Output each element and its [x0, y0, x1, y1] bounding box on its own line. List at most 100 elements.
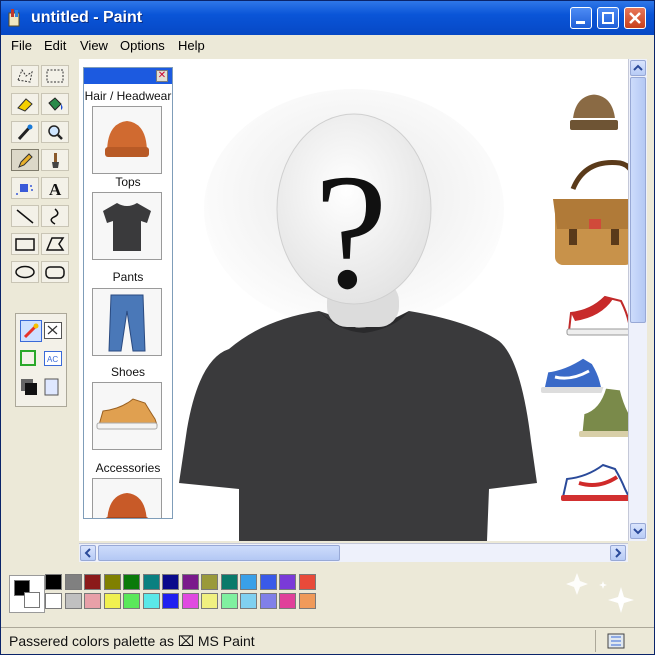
curve-tool[interactable] — [41, 205, 69, 227]
minimize-icon — [576, 21, 585, 24]
minimize-button[interactable] — [570, 7, 592, 29]
palette-swatch[interactable] — [181, 574, 199, 590]
menu-edit[interactable]: Edit — [44, 38, 66, 53]
palette-swatch[interactable] — [201, 574, 218, 590]
blue-sneaker-sticker — [541, 355, 605, 393]
palette-swatch[interactable] — [45, 574, 62, 590]
resize-grip-icon — [607, 633, 625, 649]
category-item-shoes[interactable] — [92, 382, 162, 450]
scroll-down-button[interactable] — [630, 523, 646, 539]
fill-tool[interactable] — [41, 93, 69, 115]
magnifier-tool[interactable] — [41, 121, 69, 143]
palette-swatch[interactable] — [201, 593, 218, 609]
title-bar[interactable]: untitled - Paint — [1, 1, 654, 35]
tshirt-icon — [103, 203, 151, 251]
palette-swatch[interactable] — [162, 574, 179, 590]
vertical-scrollbar[interactable] — [628, 59, 647, 541]
option-page[interactable] — [44, 378, 60, 396]
wardrobe-panel: ✕ Hair / Headwear Tops Pants Shoes Acces… — [83, 67, 173, 519]
palette-swatch[interactable] — [84, 593, 101, 609]
category-item-pants[interactable] — [92, 288, 162, 356]
palette-swatch[interactable] — [279, 593, 296, 609]
curve-icon — [50, 208, 59, 225]
text-tool[interactable]: A — [41, 177, 69, 199]
option-stack[interactable] — [20, 378, 38, 396]
scroll-up-button[interactable] — [630, 60, 646, 76]
secondary-color-swatch[interactable] — [24, 592, 40, 608]
vertical-scroll-thumb[interactable] — [630, 77, 646, 323]
palette-swatch[interactable] — [103, 574, 121, 590]
option-transparent[interactable] — [44, 322, 62, 339]
svg-text:AC: AC — [47, 355, 58, 364]
palette-swatch[interactable] — [142, 593, 160, 609]
pencil-icon — [18, 153, 33, 168]
red-sneaker-sticker — [566, 295, 628, 336]
menu-file[interactable]: File — [11, 38, 32, 53]
pencil-tool[interactable] — [11, 149, 39, 171]
rectangle-tool[interactable] — [11, 233, 39, 255]
wardrobe-close-button[interactable]: ✕ — [156, 70, 168, 82]
menu-bar: File Edit View Options Help — [1, 35, 654, 57]
free-select-tool[interactable] — [11, 65, 39, 87]
ellipse-tool[interactable] — [11, 261, 39, 283]
line-tool[interactable] — [11, 205, 39, 227]
free-select-icon — [17, 68, 33, 83]
palette-swatch[interactable] — [123, 593, 140, 609]
palette-swatch[interactable] — [220, 593, 238, 609]
palette-swatch[interactable] — [220, 574, 238, 590]
color-palette — [1, 567, 654, 619]
category-item-tops[interactable] — [92, 192, 162, 260]
palette-swatch[interactable] — [84, 574, 101, 590]
palette-swatch[interactable] — [64, 593, 82, 609]
eraser-tool[interactable] — [11, 93, 39, 115]
polygon-tool[interactable] — [41, 233, 69, 255]
menu-view[interactable]: View — [80, 38, 108, 53]
t-shirt-shape — [179, 311, 537, 541]
rounded-rectangle-tool[interactable] — [41, 261, 69, 283]
palette-swatch[interactable] — [45, 593, 62, 609]
color-picker-tool[interactable] — [11, 121, 39, 143]
category-label-tops: Tops — [115, 175, 141, 189]
scroll-left-button[interactable] — [80, 545, 96, 561]
palette-swatch[interactable] — [123, 574, 140, 590]
palette-swatch[interactable] — [259, 574, 277, 590]
rectangle-icon — [15, 238, 35, 251]
page-icon — [44, 378, 59, 396]
close-icon — [629, 12, 641, 24]
palette-swatch[interactable] — [181, 593, 199, 609]
status-panel — [595, 630, 652, 652]
palette-swatch[interactable] — [240, 593, 257, 609]
menu-options[interactable]: Options — [120, 38, 165, 53]
menu-help[interactable]: Help — [178, 38, 205, 53]
palette-swatch[interactable] — [240, 574, 257, 590]
horizontal-scrollbar[interactable] — [79, 543, 628, 562]
option-outline[interactable] — [20, 350, 36, 366]
jeans-icon — [108, 294, 146, 352]
palette-swatch[interactable] — [279, 574, 296, 590]
wardrobe-panel-titlebar[interactable]: ✕ — [84, 68, 172, 84]
maximize-icon — [602, 12, 614, 24]
airbrush-tool[interactable] — [11, 177, 39, 199]
maximize-button[interactable] — [597, 7, 619, 29]
option-fill[interactable]: AC — [44, 351, 62, 366]
brush-icon — [52, 153, 59, 168]
scroll-right-button[interactable] — [610, 545, 626, 561]
palette-swatch[interactable] — [142, 574, 160, 590]
brush-tool[interactable] — [41, 149, 69, 171]
white-red-sneaker-sticker — [561, 463, 628, 501]
palette-swatch[interactable] — [298, 574, 316, 590]
palette-swatch[interactable] — [162, 593, 179, 609]
palette-swatch[interactable] — [298, 593, 316, 609]
eraser-icon — [17, 98, 33, 112]
rect-select-tool[interactable] — [41, 65, 69, 87]
polygon-icon — [45, 237, 65, 251]
horizontal-scroll-thumb[interactable] — [98, 545, 340, 561]
palette-swatch[interactable] — [64, 574, 82, 590]
category-item-accessories[interactable] — [92, 478, 162, 518]
option-opaque[interactable] — [20, 320, 42, 342]
palette-swatch[interactable] — [259, 593, 277, 609]
close-button[interactable] — [624, 7, 646, 29]
category-item-headwear[interactable] — [92, 106, 162, 174]
fill-bucket-icon — [48, 97, 63, 111]
palette-swatch[interactable] — [103, 593, 121, 609]
